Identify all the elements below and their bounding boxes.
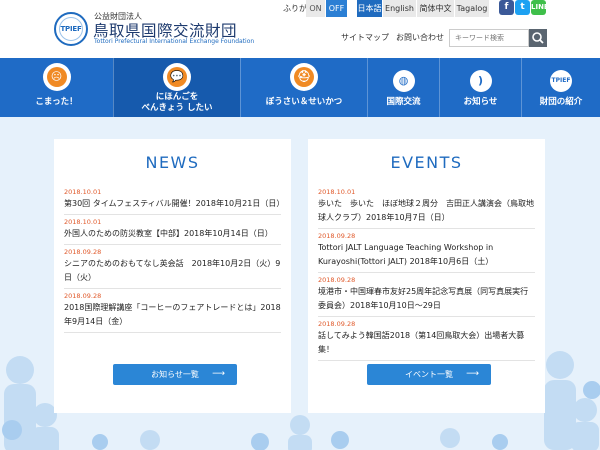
news-list-button[interactable]: お知らせ一覧 ⟶ bbox=[113, 364, 237, 385]
worried-face-icon: ☹ bbox=[42, 63, 71, 91]
nav-label-news: お知らせ bbox=[463, 97, 498, 107]
helmet-icon: ⛑ bbox=[290, 63, 318, 91]
twitter-icon[interactable]: t bbox=[515, 0, 530, 15]
news-title[interactable]: 外国人のための防災教室【中部】2018年10月14日（日） bbox=[64, 227, 281, 241]
arrow-right-icon: ⟶ bbox=[466, 369, 479, 379]
lang-english-button[interactable]: English bbox=[383, 0, 416, 17]
event-item[interactable]: 2018.09.28 Tottori JALT Language Teachin… bbox=[318, 229, 535, 273]
site-header: TPIEF 公益財団法人 鳥取県国際交流財団 Tottori Prefectur… bbox=[0, 0, 600, 58]
foundation-badge-icon: TPIEF bbox=[550, 70, 572, 92]
news-item[interactable]: 2018.10.01 第30回 タイムフェスティバル開催！2018年10月21日… bbox=[64, 185, 284, 215]
event-item[interactable]: 2018.09.28 境港市・中国琿春市友好25周年記念写真展（同写真展実行委員… bbox=[318, 273, 535, 317]
events-panel: EVENTS 2018.10.01 歩いた 歩いた ほぼ地球２周分 吉田正人講演… bbox=[308, 139, 545, 413]
news-title[interactable]: 2018国際理解講座「コーヒーのフェアトレードとは」2018年9月14日（金） bbox=[64, 301, 281, 329]
arrow-right-icon: ⟶ bbox=[212, 369, 225, 379]
nav-item-exchange[interactable]: ◍ 国際交流 bbox=[367, 58, 439, 117]
nav-label-exchange: 国際交流 bbox=[386, 97, 421, 107]
main-nav: ☹ こまった！ 💬 にほんごを べんきょう したい ⛑ ぼうさい＆せいかつ ◍ … bbox=[0, 58, 600, 117]
lang-tagalog-button[interactable]: Tagalog bbox=[455, 0, 489, 17]
facebook-icon[interactable]: f bbox=[499, 0, 514, 15]
nav-item-news[interactable]: ) お知らせ bbox=[439, 58, 521, 117]
furigana-on-button[interactable]: ON bbox=[306, 0, 325, 17]
speech-bubble-icon: 💬 bbox=[163, 63, 191, 91]
event-title[interactable]: 話してみよう韓国語2018（第14回鳥取大会）出場者大募集！ bbox=[318, 329, 535, 357]
events-list-button-label: イベント一覧 bbox=[405, 370, 453, 379]
lang-chinese-button[interactable]: 简体中文 bbox=[417, 0, 454, 17]
nav-label-disaster: ぼうさい＆せいかつ bbox=[265, 97, 343, 107]
org-english-name: Tottori Prefectural International Exchan… bbox=[94, 38, 255, 45]
event-date: 2018.10.01 bbox=[318, 188, 356, 196]
nav-item-trouble[interactable]: ☹ こまった！ bbox=[0, 58, 113, 117]
nav-label-japanese-1: にほんごを bbox=[155, 92, 199, 102]
furigana-off-button[interactable]: OFF bbox=[326, 0, 347, 17]
event-date: 2018.09.28 bbox=[318, 320, 356, 328]
news-date: 2018.10.01 bbox=[64, 188, 102, 196]
event-item[interactable]: 2018.10.01 歩いた 歩いた ほぼ地球２周分 吉田正人講演会（鳥取地球人… bbox=[318, 185, 535, 229]
logo-text: TPIEF bbox=[60, 25, 82, 33]
events-list-button[interactable]: イベント一覧 ⟶ bbox=[367, 364, 491, 385]
news-list-button-label: お知らせ一覧 bbox=[151, 370, 199, 379]
foundation-logo-icon[interactable]: TPIEF bbox=[54, 12, 88, 46]
news-panel: NEWS 2018.10.01 第30回 タイムフェスティバル開催！2018年1… bbox=[54, 139, 291, 413]
search-input[interactable] bbox=[449, 29, 529, 47]
nav-item-about[interactable]: TPIEF 財団の紹介 bbox=[521, 58, 600, 117]
news-item[interactable]: 2018.09.28 2018国際理解講座「コーヒーのフェアトレードとは」201… bbox=[64, 289, 281, 333]
search-icon bbox=[532, 32, 544, 44]
event-title[interactable]: 境港市・中国琿春市友好25周年記念写真展（同写真展実行委員会）2018年10月1… bbox=[318, 285, 535, 313]
news-list: 2018.10.01 第30回 タイムフェスティバル開催！2018年10月21日… bbox=[64, 185, 284, 333]
news-title[interactable]: 第30回 タイムフェスティバル開催！2018年10月21日（日） bbox=[64, 197, 284, 211]
news-item[interactable]: 2018.09.28 シニアのためのおもてなし英会話 2018年10月2日（火）… bbox=[64, 245, 281, 289]
news-heading: NEWS bbox=[145, 153, 200, 172]
event-date: 2018.09.28 bbox=[318, 232, 356, 240]
news-item[interactable]: 2018.10.01 外国人のための防災教室【中部】2018年10月14日（日） bbox=[64, 215, 281, 245]
news-date: 2018.10.01 bbox=[64, 218, 102, 226]
events-heading: EVENTS bbox=[390, 153, 463, 172]
event-title[interactable]: 歩いた 歩いた ほぼ地球２周分 吉田正人講演会（鳥取地球人クラブ）2018年10… bbox=[318, 197, 535, 225]
events-list: 2018.10.01 歩いた 歩いた ほぼ地球２周分 吉田正人講演会（鳥取地球人… bbox=[318, 185, 535, 361]
nav-item-disaster[interactable]: ⛑ ぼうさい＆せいかつ bbox=[240, 58, 367, 117]
nav-label-about: 財団の紹介 bbox=[539, 97, 583, 107]
contact-link[interactable]: お問い合わせ bbox=[396, 32, 444, 43]
nav-item-japanese[interactable]: 💬 にほんごを べんきょう したい bbox=[113, 58, 240, 117]
event-title[interactable]: Tottori JALT Language Teaching Workshop … bbox=[318, 241, 535, 269]
lang-japanese-button[interactable]: 日本語 bbox=[357, 0, 382, 17]
event-item[interactable]: 2018.09.28 話してみよう韓国語2018（第14回鳥取大会）出場者大募集… bbox=[318, 317, 535, 361]
rss-icon: ) bbox=[469, 70, 492, 92]
globe-icon: ◍ bbox=[392, 70, 415, 92]
news-title[interactable]: シニアのためのおもてなし英会話 2018年10月2日（火）9日（火） bbox=[64, 257, 281, 285]
nav-label-japanese-2: べんきょう したい bbox=[141, 103, 213, 113]
event-date: 2018.09.28 bbox=[318, 276, 356, 284]
nav-label-trouble: こまった！ bbox=[35, 97, 78, 107]
search-button[interactable] bbox=[529, 29, 547, 47]
line-icon[interactable]: LINE bbox=[531, 0, 549, 15]
news-date: 2018.09.28 bbox=[64, 248, 102, 256]
sitemap-link[interactable]: サイトマップ bbox=[341, 32, 389, 43]
news-date: 2018.09.28 bbox=[64, 292, 102, 300]
